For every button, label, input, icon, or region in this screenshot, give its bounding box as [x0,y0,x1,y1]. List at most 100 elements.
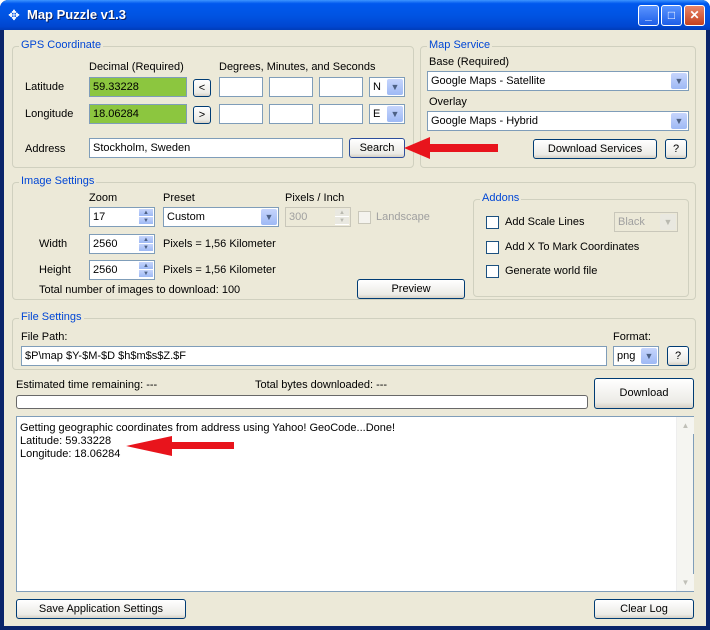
lon-convert-button[interactable]: > [193,106,211,124]
scale-lines-label: Add Scale Lines [505,216,585,228]
maximize-button[interactable]: □ [661,5,682,26]
chevron-down-icon: ▼ [660,214,676,230]
spin-up-icon[interactable]: ▲ [139,262,153,270]
log-line: Latitude: 59.33228 [20,435,112,447]
download-services-button[interactable]: Download Services [533,139,657,159]
spin-down-icon[interactable]: ▼ [139,270,153,278]
format-select[interactable]: png ▼ [613,346,659,366]
address-input[interactable]: Stockholm, Sweden [89,138,343,158]
latitude-label: Latitude [25,81,65,93]
latitude-decimal-input[interactable]: 59.33228 [89,77,187,97]
base-map-select[interactable]: Google Maps - Satellite ▼ [427,71,689,91]
spin-down-icon: ▼ [335,217,349,225]
log-textarea[interactable]: Getting geographic coordinates from addr… [16,416,694,592]
client-area: GPS Coordinate Decimal (Required) Degree… [4,30,706,626]
group-label: Addons [480,192,522,204]
zoom-value: 17 [93,211,106,223]
scale-lines-checkbox[interactable] [486,216,499,229]
title-bar[interactable]: ✥ Map Puzzle v1.3 _ □ ✕ [0,0,710,30]
address-label: Address [25,143,66,155]
download-progress-bar [16,395,588,409]
image-settings-group: Image Settings Zoom 17 ▲ ▼ Preset Custom … [12,175,696,300]
gps-coordinate-group: GPS Coordinate Decimal (Required) Degree… [12,39,414,168]
addons-group: Addons Add Scale Lines Black ▼ Add X To … [473,192,689,297]
download-button[interactable]: Download [594,378,694,409]
width-km-text: Pixels = 1,56 Kilometer [163,238,276,250]
save-settings-button[interactable]: Save Application Settings [16,599,186,619]
preview-button[interactable]: Preview [357,279,465,299]
zoom-label: Zoom [89,192,118,204]
dms-header: Degrees, Minutes, and Seconds [219,61,376,73]
close-button[interactable]: ✕ [684,5,705,26]
landscape-label: Landscape [376,211,430,223]
mark-x-label: Add X To Mark Coordinates [505,241,640,253]
group-label: File Settings [19,311,84,323]
world-file-label: Generate world file [505,265,598,277]
chevron-down-icon: ▼ [641,348,657,364]
file-help-button[interactable]: ? [667,346,689,366]
height-value: 2560 [93,264,118,276]
chevron-down-icon: ▼ [671,113,687,129]
longitude-label: Longitude [25,108,74,120]
world-file-checkbox[interactable] [486,265,499,278]
scroll-up-icon[interactable]: ▲ [677,417,694,434]
lat-convert-button[interactable]: < [193,79,211,97]
app-window: ✥ Map Puzzle v1.3 _ □ ✕ GPS Coordinate D… [0,0,710,630]
chevron-down-icon: ▼ [387,106,403,122]
lat-minutes-input[interactable] [269,77,313,97]
spin-down-icon[interactable]: ▼ [139,217,153,225]
mark-x-checkbox[interactable] [486,241,499,254]
lon-direction-value: E [373,108,381,120]
height-input[interactable]: 2560 ▲ ▼ [89,260,155,280]
spin-up-icon[interactable]: ▲ [139,209,153,217]
format-value: png [617,350,636,362]
ppi-label: Pixels / Inch [285,192,345,204]
longitude-decimal-input[interactable]: 18.06284 [89,104,187,124]
scale-color-value: Black [618,216,645,228]
lon-direction-select[interactable]: E ▼ [369,104,405,124]
lat-seconds-input[interactable] [319,77,363,97]
minimize-button[interactable]: _ [638,5,659,26]
lon-degrees-input[interactable] [219,104,263,124]
overlay-map-select[interactable]: Google Maps - Hybrid ▼ [427,111,689,131]
search-button[interactable]: Search [349,138,405,158]
group-label: GPS Coordinate [19,39,104,51]
spin-down-icon[interactable]: ▼ [139,244,153,252]
map-service-help-button[interactable]: ? [665,139,687,159]
width-label: Width [39,238,68,250]
lon-minutes-input[interactable] [269,104,313,124]
preset-value: Custom [167,211,205,223]
lon-seconds-input[interactable] [319,104,363,124]
ppi-value: 300 [289,211,308,223]
file-path-label: File Path: [21,331,68,343]
scale-color-select: Black ▼ [614,212,678,232]
overlay-map-value: Google Maps - Hybrid [431,115,538,127]
width-value: 2560 [93,238,118,250]
lat-direction-select[interactable]: N ▼ [369,77,405,97]
height-km-text: Pixels = 1,56 Kilometer [163,264,276,276]
width-input[interactable]: 2560 ▲ ▼ [89,234,155,254]
chevron-down-icon: ▼ [387,79,403,95]
spin-up-icon: ▲ [335,209,349,217]
height-spinner[interactable]: ▲ ▼ [139,262,153,278]
scroll-down-icon[interactable]: ▼ [677,574,694,591]
width-spinner[interactable]: ▲ ▼ [139,236,153,252]
bytes-downloaded-text: Total bytes downloaded: --- [255,379,388,391]
overlay-label: Overlay [429,96,467,108]
time-remaining-text: Estimated time remaining: --- [16,379,158,391]
spin-up-icon[interactable]: ▲ [139,236,153,244]
chevron-down-icon: ▼ [671,73,687,89]
lat-direction-value: N [373,81,381,93]
log-scrollbar[interactable]: ▲ ▼ [676,417,694,591]
window-title: Map Puzzle v1.3 [27,7,126,22]
preset-select[interactable]: Custom ▼ [163,207,279,227]
annotation-arrow-icon [404,137,498,159]
clear-log-button[interactable]: Clear Log [594,599,694,619]
zoom-spinner[interactable]: ▲ ▼ [139,209,153,225]
zoom-input[interactable]: 17 ▲ ▼ [89,207,155,227]
preset-label: Preset [163,192,195,204]
landscape-checkbox [358,211,371,224]
file-path-input[interactable]: $P\map $Y-$M-$D $h$m$s$Z.$F [21,346,607,366]
lat-degrees-input[interactable] [219,77,263,97]
total-images-text: Total number of images to download: 100 [39,284,241,296]
